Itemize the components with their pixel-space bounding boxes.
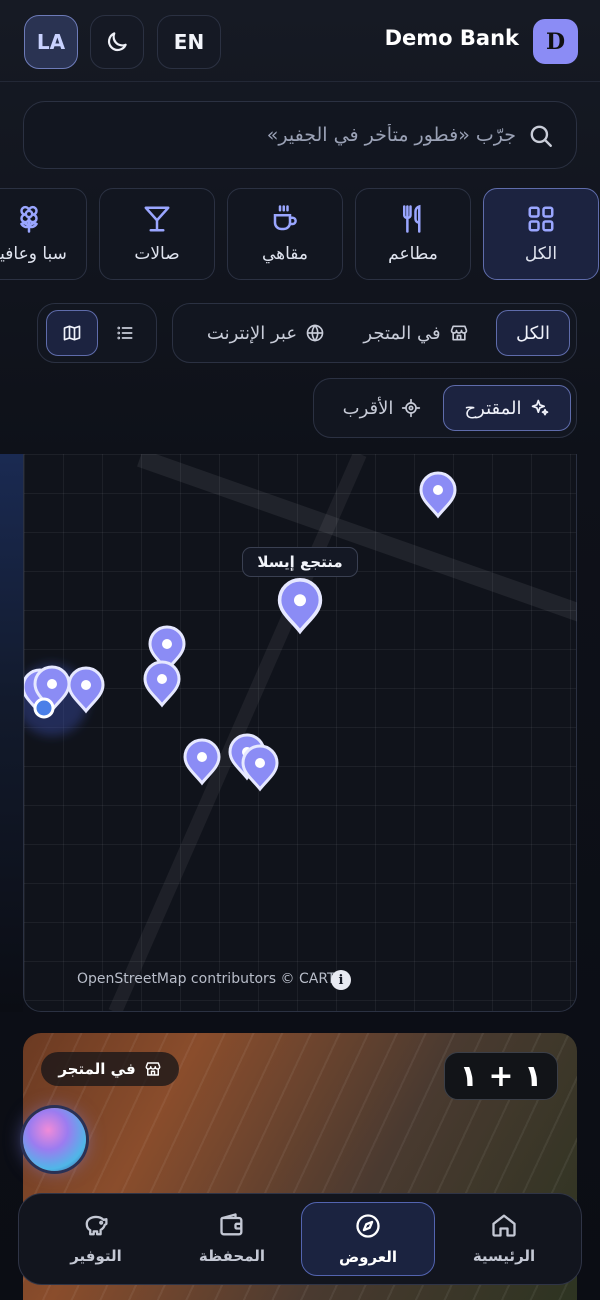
offer-badge-label: في المتجر: [58, 1060, 136, 1078]
bottom-navigation: الرئيسية العروض المحفظة التوفير: [18, 1193, 582, 1285]
home-icon: [492, 1214, 516, 1237]
map-place-label[interactable]: منتجع إيسلا: [242, 547, 358, 577]
map-road: [137, 454, 577, 622]
map-pin[interactable]: [143, 660, 181, 707]
store-icon: [145, 1062, 161, 1076]
nav-label: الرئيسية: [472, 1247, 536, 1265]
nav-offers[interactable]: العروض: [301, 1202, 435, 1276]
compass-icon: [356, 1214, 380, 1238]
map-overlay: [24, 454, 577, 1011]
map-attribution[interactable]: OpenStreetMap contributors © CARTO: [77, 971, 347, 987]
assistant-orb-button[interactable]: [23, 1108, 86, 1171]
nav-label: التوفير: [70, 1247, 122, 1265]
map-info-button[interactable]: i: [331, 970, 351, 990]
wallet-icon: [220, 1213, 243, 1236]
map-pin[interactable]: [419, 471, 457, 518]
nav-savings[interactable]: التوفير: [29, 1202, 163, 1276]
nav-label: العروض: [338, 1248, 398, 1266]
map-road: [108, 454, 367, 1011]
piggy-bank-icon: [85, 1215, 108, 1236]
offer-channel-badge: في المتجر: [41, 1052, 179, 1086]
nav-label: المحفظة: [198, 1247, 266, 1265]
map-pin[interactable]: [241, 744, 279, 791]
user-location-dot: [33, 697, 55, 719]
nav-home[interactable]: الرئيسية: [437, 1202, 571, 1276]
nav-wallet[interactable]: المحفظة: [165, 1202, 299, 1276]
offer-deal-tag: ١ + ١: [444, 1052, 558, 1100]
